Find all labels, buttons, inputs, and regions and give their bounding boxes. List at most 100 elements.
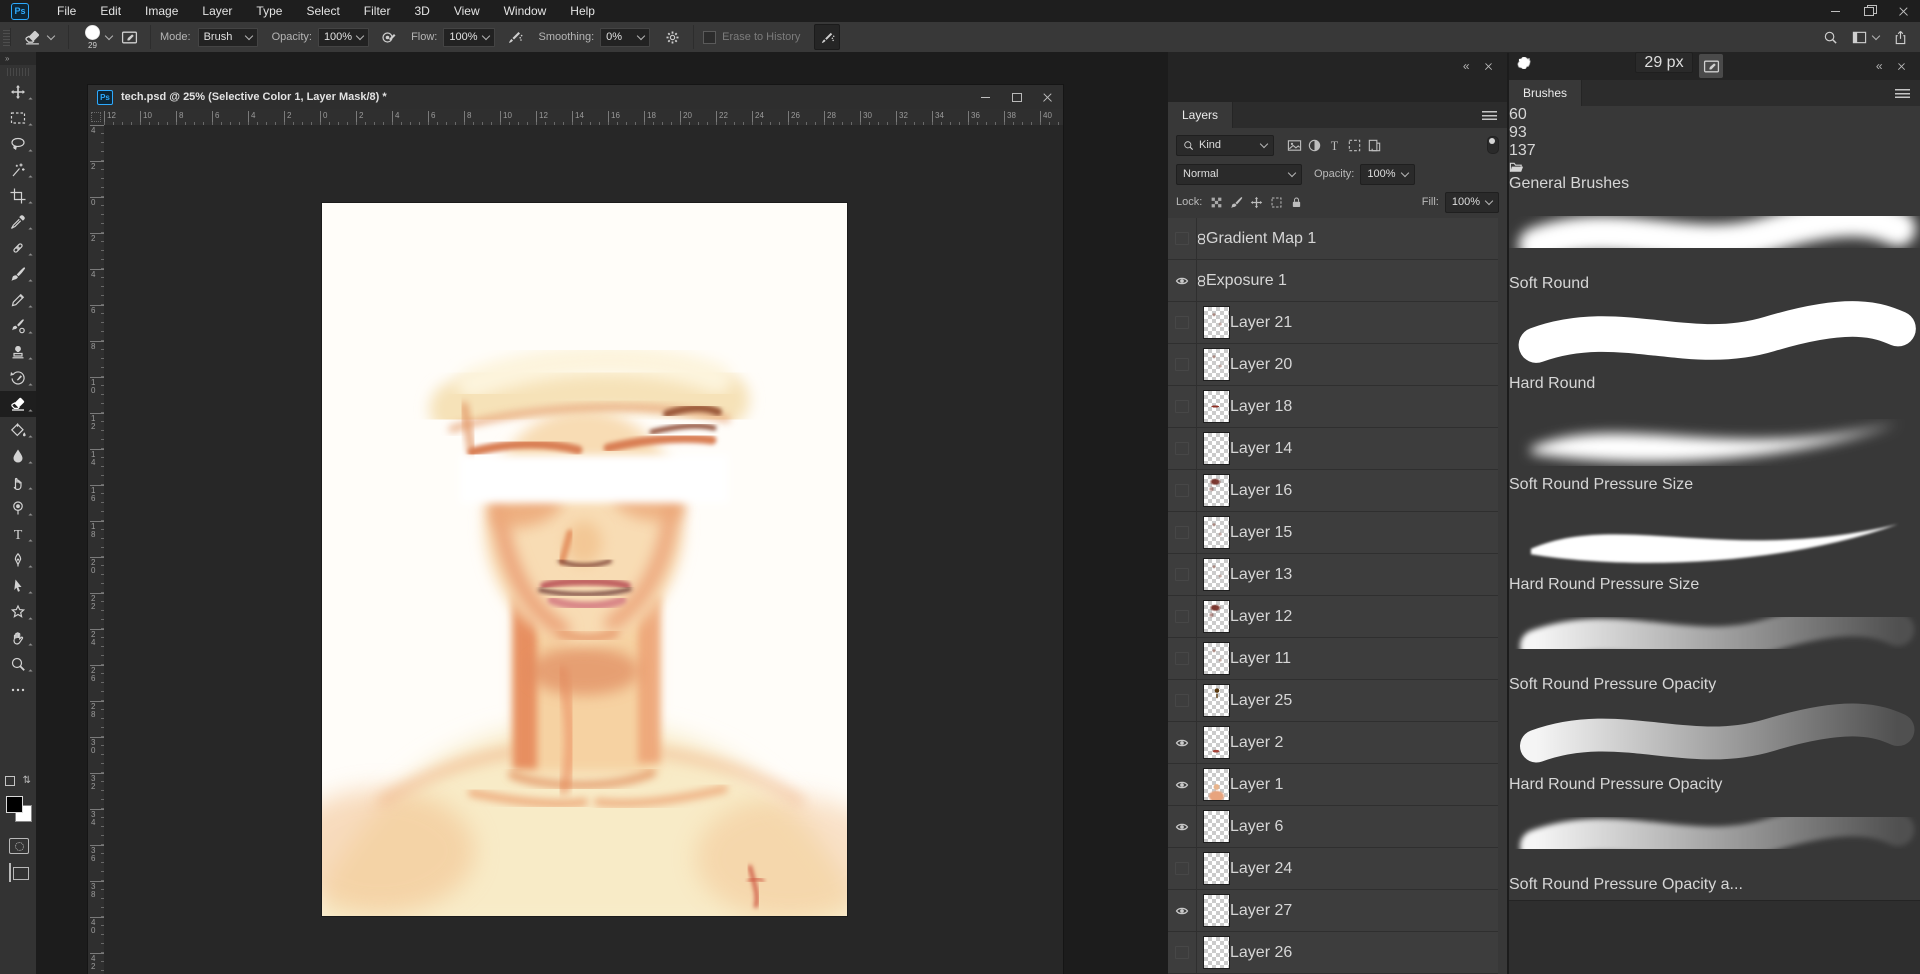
brush-preset-hard-round[interactable]: Hard Round bbox=[1509, 293, 1920, 393]
layer-row[interactable]: Layer 16 bbox=[1168, 470, 1498, 512]
layer-row[interactable]: Layer 18 bbox=[1168, 386, 1498, 428]
menu-help[interactable]: Help bbox=[558, 0, 607, 22]
layer-thumbnail[interactable] bbox=[1203, 936, 1230, 969]
visibility-toggle[interactable] bbox=[1168, 848, 1197, 889]
visibility-toggle[interactable] bbox=[1168, 470, 1197, 511]
toggle-brush-settings-button[interactable] bbox=[117, 25, 141, 49]
panel-close-icon[interactable] bbox=[1898, 62, 1905, 69]
layer-thumbnail[interactable] bbox=[1203, 684, 1230, 717]
menu-file[interactable]: File bbox=[45, 0, 88, 22]
layer-thumbnail[interactable] bbox=[1203, 432, 1230, 465]
filter-on-off-toggle[interactable] bbox=[1487, 136, 1499, 154]
layer-row[interactable]: Layer 2 bbox=[1168, 722, 1498, 764]
rectangular-marquee-tool[interactable] bbox=[0, 105, 36, 131]
zoom-tool[interactable] bbox=[0, 651, 36, 677]
window-close-button[interactable] bbox=[1886, 0, 1920, 22]
layer-row[interactable]: Layer 1 bbox=[1168, 764, 1498, 806]
tab-brushes[interactable]: Brushes bbox=[1509, 80, 1582, 106]
paint-bucket-tool[interactable] bbox=[0, 417, 36, 443]
more-tools-tool[interactable] bbox=[0, 677, 36, 703]
lasso-tool[interactable] bbox=[0, 131, 36, 157]
layer-row[interactable]: Layer 12 bbox=[1168, 596, 1498, 638]
menu-window[interactable]: Window bbox=[492, 0, 559, 22]
share-icon[interactable] bbox=[1893, 30, 1908, 45]
layer-row[interactable]: Layer 27 bbox=[1168, 890, 1498, 932]
layer-thumbnail[interactable] bbox=[1203, 726, 1230, 759]
menu-type[interactable]: Type bbox=[244, 0, 294, 22]
brush-preset-soft-round-pressure-size[interactable]: Soft Round Pressure Size bbox=[1509, 393, 1920, 493]
screen-mode-button[interactable] bbox=[9, 864, 11, 882]
layer-thumbnail[interactable] bbox=[1203, 810, 1230, 843]
brush-stroke-preview-toggle[interactable] bbox=[1699, 54, 1723, 78]
layer-row[interactable]: Layer 24 bbox=[1168, 848, 1498, 890]
layer-row[interactable]: Layer 20 bbox=[1168, 344, 1498, 386]
visibility-toggle[interactable] bbox=[1168, 260, 1197, 301]
layer-row[interactable]: Exposure 1 bbox=[1168, 260, 1498, 302]
lock-artboard-icon[interactable] bbox=[1266, 193, 1286, 211]
layer-row[interactable]: Layer 25 bbox=[1168, 680, 1498, 722]
history-brush-tool[interactable] bbox=[0, 365, 36, 391]
panel-close-icon[interactable] bbox=[1485, 62, 1492, 69]
brush-preset-hard-round-pressure-opacity[interactable]: Hard Round Pressure Opacity bbox=[1509, 694, 1920, 794]
lock-transparency-icon[interactable] bbox=[1206, 193, 1226, 211]
document-maximize-button[interactable] bbox=[1001, 86, 1032, 109]
crop-tool[interactable] bbox=[0, 183, 36, 209]
visibility-toggle[interactable] bbox=[1168, 806, 1197, 847]
visibility-toggle[interactable] bbox=[1168, 386, 1197, 427]
layer-thumbnail[interactable] bbox=[1203, 516, 1230, 549]
lock-all-icon[interactable] bbox=[1286, 193, 1306, 211]
visibility-toggle[interactable] bbox=[1168, 680, 1197, 721]
visibility-toggle[interactable] bbox=[1168, 344, 1197, 385]
erase-to-history-checkbox[interactable] bbox=[703, 31, 716, 44]
layer-thumbnail[interactable] bbox=[1203, 474, 1230, 507]
window-minimize-button[interactable] bbox=[1818, 0, 1852, 22]
smoothing-options-gear-button[interactable] bbox=[660, 25, 684, 49]
blur-tool[interactable] bbox=[0, 443, 36, 469]
brush-preset-soft-round-pressure-opacity[interactable]: Soft Round Pressure Opacity bbox=[1509, 594, 1920, 694]
layer-row[interactable]: Layer 6 bbox=[1168, 806, 1498, 848]
menu-select[interactable]: Select bbox=[294, 0, 351, 22]
custom-shape-tool[interactable] bbox=[0, 599, 36, 625]
layer-opacity-input[interactable]: 100% bbox=[1360, 164, 1414, 185]
layer-row[interactable]: Layer 14 bbox=[1168, 428, 1498, 470]
foreground-color-swatch[interactable] bbox=[6, 796, 23, 813]
layer-row[interactable]: Layer 13 bbox=[1168, 554, 1498, 596]
menu-3d[interactable]: 3D bbox=[402, 0, 441, 22]
eraser-tool[interactable] bbox=[0, 391, 36, 417]
filter-adjustment-layers-icon[interactable] bbox=[1304, 136, 1324, 154]
blend-mode-select[interactable]: Normal bbox=[1176, 164, 1302, 185]
pen-tool[interactable] bbox=[0, 547, 36, 573]
filter-kind-select[interactable]: Kind bbox=[1176, 135, 1274, 156]
visibility-toggle[interactable] bbox=[1168, 890, 1197, 931]
filter-shape-layers-icon[interactable] bbox=[1344, 136, 1364, 154]
lock-pixels-icon[interactable] bbox=[1226, 193, 1246, 211]
pencil-tool[interactable] bbox=[0, 287, 36, 313]
toolbar-collapse-button[interactable]: » bbox=[0, 52, 36, 65]
recent-brush[interactable]: 93 bbox=[1509, 124, 1920, 142]
brush-preset-hard-round-pressure-size[interactable]: Hard Round Pressure Size bbox=[1509, 494, 1920, 594]
menu-view[interactable]: View bbox=[442, 0, 492, 22]
menu-filter[interactable]: Filter bbox=[352, 0, 403, 22]
layers-panel-menu-icon[interactable] bbox=[1482, 111, 1497, 120]
mode-select[interactable]: Brush bbox=[198, 28, 258, 47]
workspace-switcher[interactable] bbox=[1852, 30, 1879, 45]
visibility-toggle[interactable] bbox=[1168, 554, 1197, 595]
smudge-tool[interactable] bbox=[0, 469, 36, 495]
dodge-tool[interactable] bbox=[0, 495, 36, 521]
layer-thumbnail[interactable] bbox=[1203, 894, 1230, 927]
layer-thumbnail[interactable] bbox=[1203, 390, 1230, 423]
filter-type-layers-icon[interactable]: T bbox=[1324, 136, 1344, 154]
brush-preset-picker[interactable]: 29 bbox=[78, 24, 117, 50]
menu-image[interactable]: Image bbox=[133, 0, 190, 22]
canvas-area[interactable] bbox=[104, 125, 1063, 974]
type-tool[interactable]: T bbox=[0, 521, 36, 547]
healing-brush-tool[interactable] bbox=[0, 235, 36, 261]
window-restore-button[interactable] bbox=[1852, 0, 1886, 22]
clone-stamp-tool[interactable] bbox=[0, 339, 36, 365]
visibility-toggle[interactable] bbox=[1168, 638, 1197, 679]
airbrush-toggle[interactable] bbox=[503, 25, 527, 49]
brushes-panel-menu-icon[interactable] bbox=[1895, 89, 1910, 98]
layer-thumbnail[interactable] bbox=[1203, 852, 1230, 885]
visibility-toggle[interactable] bbox=[1168, 218, 1197, 259]
layer-row[interactable]: Layer 15 bbox=[1168, 512, 1498, 554]
